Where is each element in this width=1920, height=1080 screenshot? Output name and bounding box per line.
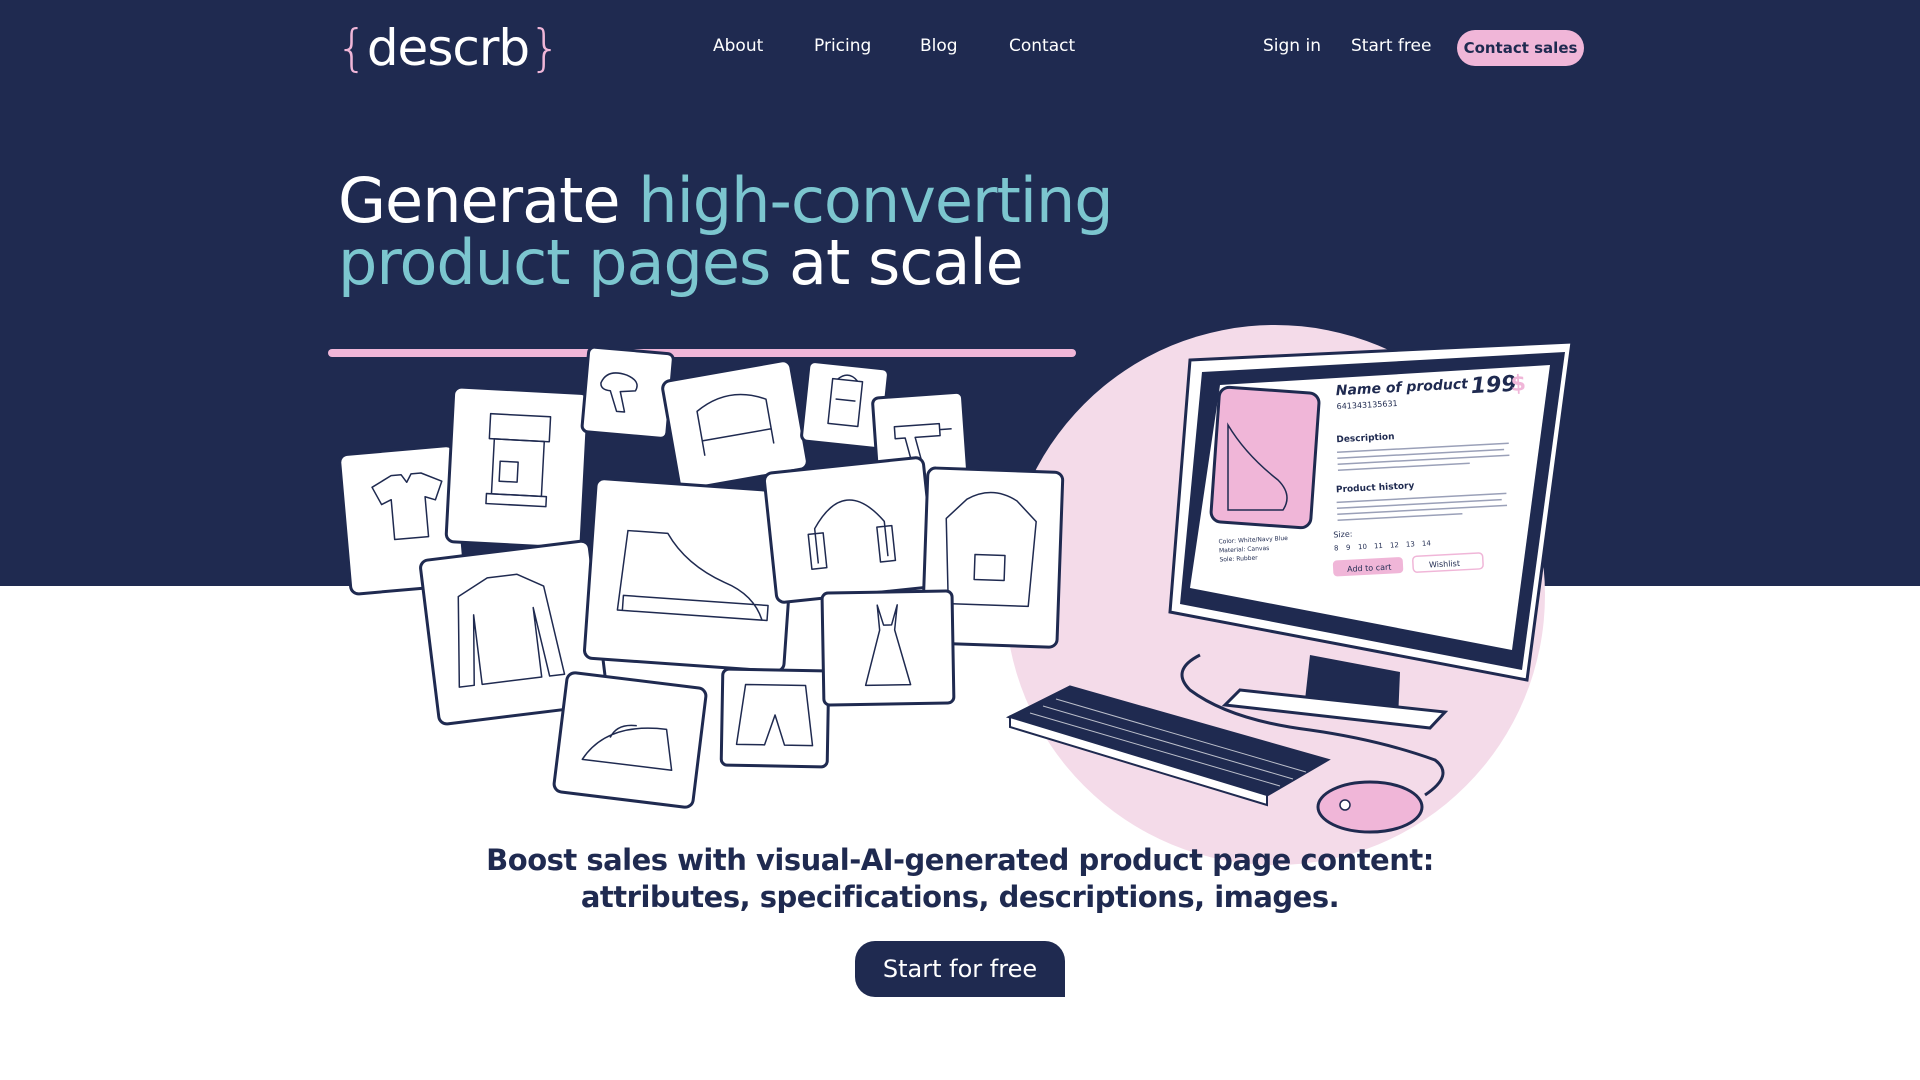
mouse xyxy=(1316,780,1424,834)
mouse-cable xyxy=(1180,653,1445,797)
keyboard xyxy=(1005,685,1331,807)
nav-blog[interactable]: Blog xyxy=(920,36,958,56)
shorts-icon xyxy=(735,683,814,747)
title-underline xyxy=(328,349,1076,357)
hero-title-accent2: product pages xyxy=(338,226,771,299)
tagline-line1: Boost sales with visual-AI-generated pro… xyxy=(486,843,1434,877)
logo-text: descrb xyxy=(366,19,530,77)
hero-title-part2: at scale xyxy=(770,226,1024,299)
sign-in-link[interactable]: Sign in xyxy=(1263,36,1321,56)
tagline-line2: attributes, specifications, descriptions… xyxy=(580,880,1340,914)
sweater-icon xyxy=(457,573,566,688)
hero-tagline: Boost sales with visual-AI-generated pro… xyxy=(480,842,1440,916)
nav-pricing[interactable]: Pricing xyxy=(814,36,871,56)
shorts-card xyxy=(719,667,831,769)
logo-brace-close: } xyxy=(529,19,561,77)
contact-sales-button[interactable]: Contact sales xyxy=(1457,30,1584,66)
logo-brace-open: { xyxy=(336,19,368,77)
iron-card xyxy=(552,671,708,809)
iron-icon xyxy=(581,724,673,772)
hero-title: Generate high-converting product pages a… xyxy=(338,170,1114,294)
logo[interactable]: { descrb } xyxy=(336,19,561,77)
dress-card xyxy=(820,589,956,707)
nav-about[interactable]: About xyxy=(713,36,763,56)
dress-icon xyxy=(864,604,912,687)
start-free-link[interactable]: Start free xyxy=(1351,36,1431,56)
start-for-free-button[interactable]: Start for free xyxy=(855,941,1065,997)
nav-contact[interactable]: Contact xyxy=(1009,36,1075,56)
